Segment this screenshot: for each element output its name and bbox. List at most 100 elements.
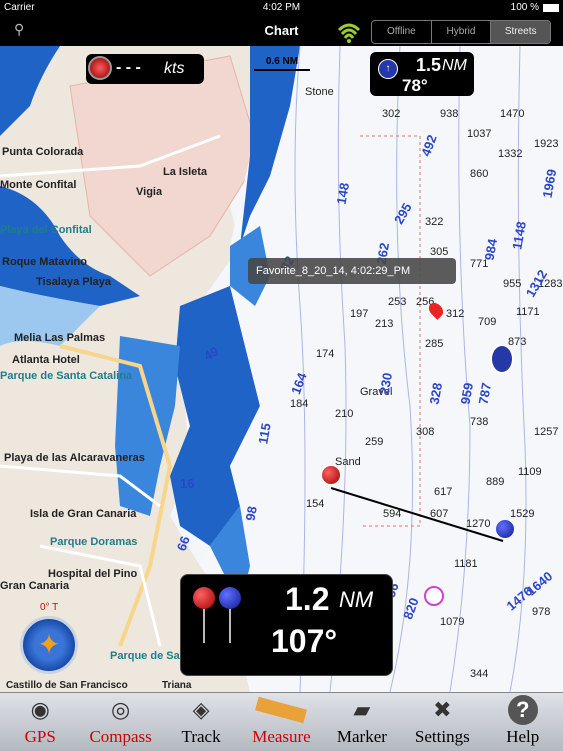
marker-icon: ▰: [353, 697, 371, 722]
depth-label: 1270: [466, 518, 491, 530]
depth-label: 594: [383, 508, 402, 520]
track-label: Track: [181, 727, 221, 746]
help-button[interactable]: ? Help: [483, 693, 563, 751]
compass-rose-button[interactable]: [20, 616, 78, 674]
depth-label: 253: [388, 296, 407, 308]
map-type-selector: Offline Hybrid Streets: [371, 20, 551, 44]
scale-line: [254, 69, 310, 71]
contour-label: 98: [242, 505, 260, 522]
waypoint-icon: [424, 586, 444, 606]
measure-distance-unit: NM: [339, 587, 374, 612]
place-label: Tisalaya Playa: [36, 276, 112, 288]
depth-label: 978: [532, 606, 551, 618]
depth-label: 285: [425, 338, 444, 350]
place-label: Parque de Santa Catalina: [0, 370, 133, 382]
depth-label: Stone: [305, 86, 334, 98]
bottom-toolbar: ◉ GPS ◎ Compass ◈ Track Measure ▰ Marker…: [0, 692, 563, 751]
orientation-label: 0° T: [40, 602, 59, 613]
place-label: Punta Colorada: [2, 146, 84, 158]
depth-label: 617: [434, 486, 453, 498]
depth-label: 312: [446, 308, 465, 320]
place-label: Monte Confital: [0, 179, 77, 191]
red-pin-icon: [193, 587, 215, 609]
depth-label: 938: [440, 108, 459, 120]
settings-label: Settings: [414, 727, 470, 746]
compass-button[interactable]: ◎ Compass: [80, 693, 160, 751]
gps-label: GPS: [24, 727, 56, 746]
place-label: La Isleta: [163, 166, 208, 178]
place-label: Atlanta Hotel: [12, 354, 80, 366]
depth-label: 302: [382, 108, 401, 120]
settings-tools-icon: ✖: [433, 697, 452, 722]
heading-distance-unit: NM: [442, 57, 467, 74]
nav-bar: ⚲ Chart Offline Hybrid Streets: [0, 16, 563, 46]
north-arrow-icon: [490, 344, 514, 374]
blue-pin-icon: [219, 587, 241, 609]
measure-bearing: 107°: [271, 623, 338, 659]
measure-start-pin-icon[interactable]: [322, 466, 340, 484]
measure-button[interactable]: Measure: [241, 693, 321, 751]
place-label: Melia Las Palmas: [14, 332, 106, 344]
depth-label: 305: [430, 246, 449, 258]
status-bar: Carrier 4:02 PM 100 %: [0, 0, 563, 16]
depth-label: 259: [365, 436, 384, 448]
depth-label: 607: [430, 508, 449, 520]
speed-panel: - - - kts: [86, 54, 204, 84]
depth-label: 1171: [516, 306, 540, 318]
depth-label: 1181: [454, 558, 478, 570]
place-label: Roque Matavino: [2, 256, 87, 268]
gps-icon: ◉: [30, 697, 50, 722]
depth-label: 322: [425, 216, 444, 228]
pin-needle: [203, 609, 205, 643]
depth-label: 1529: [510, 508, 535, 520]
depth-label: 738: [470, 416, 489, 428]
marker-label: Marker: [336, 727, 387, 746]
depth-label: Sand: [335, 456, 361, 468]
depth-label: 1037: [467, 128, 492, 140]
track-button[interactable]: ◈ Track: [161, 693, 241, 751]
depth-label: 344: [470, 668, 489, 680]
track-icon: ◈: [192, 697, 210, 722]
speedometer-icon: [88, 56, 112, 80]
depth-label: 889: [486, 476, 505, 488]
map-type-offline[interactable]: Offline: [372, 21, 432, 43]
place-label: Hospital del Pino: [48, 568, 138, 580]
place-label: Playa de las Alcaravaneras: [4, 452, 145, 464]
heading-panel: ↑ 1.5 NM 78°: [370, 52, 474, 96]
depth-label: 873: [508, 336, 527, 348]
place-label: Playa del Confital: [0, 224, 92, 236]
settings-button[interactable]: ✖ Settings: [402, 693, 482, 751]
depth-label: 1109: [518, 466, 542, 478]
map-type-streets[interactable]: Streets: [491, 21, 550, 43]
favorite-tooltip[interactable]: Favorite_8_20_14, 4:02:29_PM: [248, 258, 456, 284]
compass-icon: ◎: [111, 697, 131, 722]
place-label: Parque Doramas: [50, 536, 138, 548]
place-label: Isla de Gran Canaria: [30, 508, 137, 520]
battery-icon: [543, 4, 559, 12]
depth-label: 1470: [500, 108, 525, 120]
depth-label: 174: [316, 348, 335, 360]
depth-label: 709: [478, 316, 497, 328]
depth-label: 197: [350, 308, 369, 320]
heading-distance: 1.5: [416, 55, 442, 75]
speed-value: - - -: [116, 59, 141, 76]
clock: 4:02 PM: [262, 2, 301, 13]
depth-label: 1079: [440, 616, 465, 628]
marker-button[interactable]: ▰ Marker: [322, 693, 402, 751]
measure-end-pin-icon[interactable]: [496, 520, 514, 538]
gps-button[interactable]: ◉ GPS: [0, 693, 80, 751]
depth-label: 154: [306, 498, 325, 510]
measure-panel: 1.2 NM 107°: [180, 574, 393, 676]
place-label: Castillo de San Francisco: [6, 680, 128, 691]
depth-label: 210: [335, 408, 354, 420]
depth-label: 1332: [498, 148, 523, 160]
heading-bearing: 78°: [402, 76, 428, 95]
compass-label: Compass: [89, 727, 152, 746]
depth-label: 955: [503, 278, 522, 290]
signal-strength-icon: [337, 23, 361, 43]
help-label: Help: [506, 727, 540, 746]
map-type-hybrid[interactable]: Hybrid: [432, 21, 492, 43]
depth-label: 771: [470, 258, 489, 270]
scale-bar: 0.6 NM: [248, 56, 316, 76]
place-label: Triana: [162, 680, 192, 691]
